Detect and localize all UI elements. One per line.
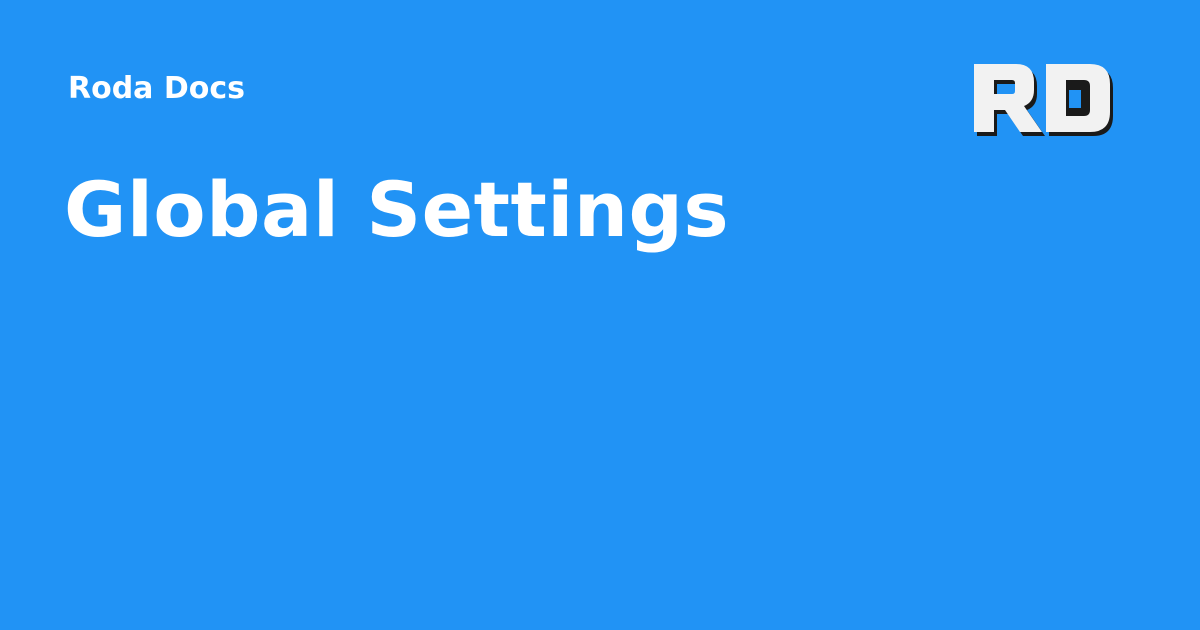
rd-logo-icon (968, 58, 1118, 142)
site-name: Roda Docs (68, 71, 246, 106)
page-title: Global Settings (64, 165, 730, 254)
